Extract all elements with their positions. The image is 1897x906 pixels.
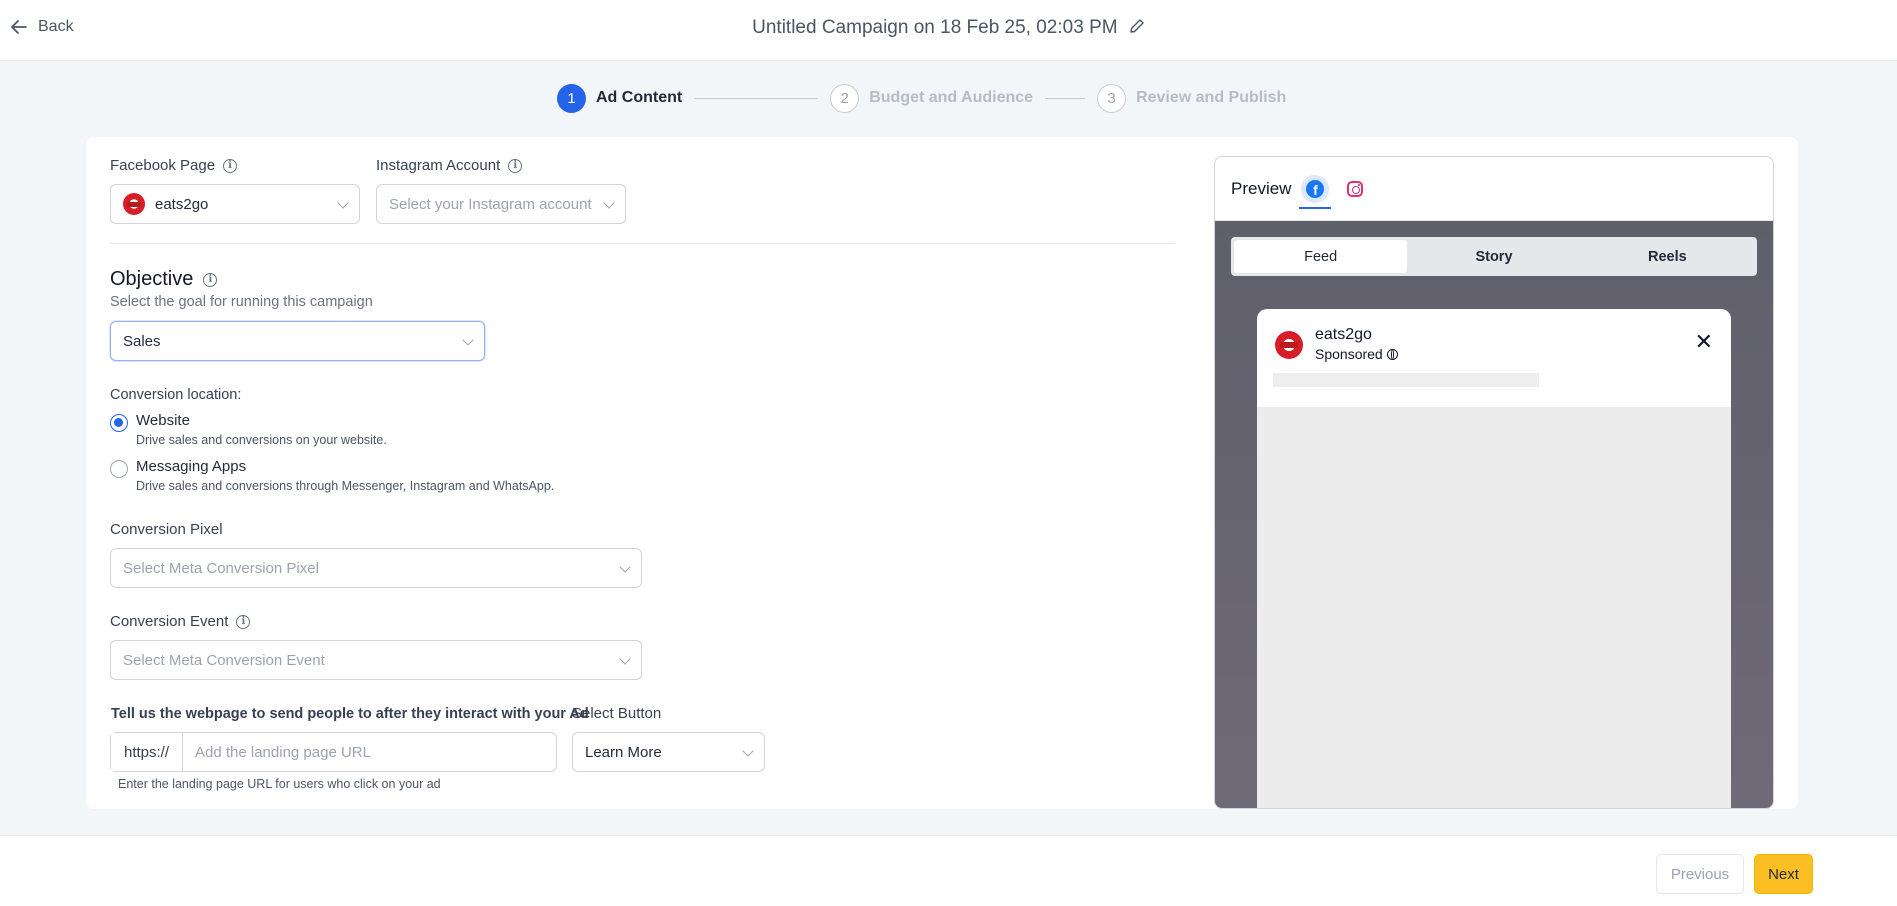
- info-icon[interactable]: i: [236, 614, 251, 629]
- tab-feed[interactable]: Feed: [1234, 240, 1408, 273]
- page-title: Untitled Campaign on 18 Feb 25, 02:03 PM: [0, 17, 1897, 39]
- radio-description: Drive sales and conversions on your webs…: [136, 433, 387, 447]
- ad-preview-card: eats2go Sponsored ✕: [1257, 309, 1731, 808]
- conversion-event-select[interactable]: Select Meta Conversion Event: [110, 640, 642, 680]
- page-avatar: [123, 193, 145, 215]
- landing-page-help: Enter the landing page URL for users who…: [118, 777, 441, 791]
- tab-story[interactable]: Story: [1407, 240, 1580, 273]
- landing-page-url-input[interactable]: [183, 733, 556, 771]
- facebook-page-value: eats2go: [155, 195, 209, 213]
- step-number: 1: [557, 83, 586, 113]
- step-connector: [694, 97, 819, 99]
- footer-bar: Previous Next: [0, 835, 1897, 906]
- preview-header: Preview f: [1215, 157, 1773, 221]
- next-button[interactable]: Next: [1754, 854, 1813, 894]
- conversion-event-label: Conversion Event i: [110, 613, 251, 630]
- chevron-down-icon: [619, 653, 631, 665]
- facebook-preview-toggle[interactable]: f: [1299, 169, 1332, 209]
- instagram-account-label-text: Instagram Account: [376, 157, 501, 174]
- facebook-page-label-text: Facebook Page: [110, 157, 216, 174]
- info-icon[interactable]: i: [508, 158, 523, 173]
- chevron-down-icon: [603, 197, 615, 209]
- radio-button[interactable]: [110, 460, 128, 478]
- url-prefix: https://: [111, 733, 183, 771]
- conversion-event-placeholder: Select Meta Conversion Event: [123, 651, 325, 669]
- ad-text-placeholder: [1273, 373, 1539, 387]
- step-review-publish[interactable]: 3 Review and Publish: [1097, 83, 1287, 113]
- radio-website[interactable]: Website Drive sales and conversions on y…: [110, 412, 387, 447]
- radio-messaging-apps[interactable]: Messaging Apps Drive sales and conversio…: [110, 458, 554, 493]
- step-label: Ad Content: [596, 89, 683, 106]
- radio-button[interactable]: [110, 414, 128, 432]
- stepper: 1 Ad Content 2 Budget and Audience 3 Rev…: [557, 83, 1286, 113]
- step-label: Review and Publish: [1136, 89, 1287, 106]
- page-avatar: [1275, 331, 1303, 359]
- radio-description: Drive sales and conversions through Mess…: [136, 479, 555, 493]
- step-connector: [1045, 97, 1086, 99]
- objective-title-text: Objective: [110, 268, 194, 290]
- preview-title: Preview: [1231, 178, 1292, 198]
- radio-title: Messaging Apps: [136, 458, 247, 475]
- cta-button-select[interactable]: Learn More: [572, 732, 765, 772]
- step-label: Budget and Audience: [869, 89, 1034, 106]
- info-icon[interactable]: i: [203, 272, 218, 287]
- facebook-page-label: Facebook Page i: [110, 157, 238, 174]
- globe-icon: [1386, 348, 1398, 360]
- chevron-down-icon: [337, 197, 349, 209]
- previous-button[interactable]: Previous: [1656, 854, 1744, 894]
- chevron-down-icon: [742, 745, 754, 757]
- top-bar: Back Untitled Campaign on 18 Feb 25, 02:…: [0, 0, 1897, 61]
- pencil-icon[interactable]: [1129, 18, 1145, 34]
- divider: [110, 243, 1175, 244]
- instagram-icon: [1347, 180, 1364, 197]
- conversion-location-label: Conversion location:: [110, 387, 242, 403]
- landing-page-label: Tell us the webpage to send people to af…: [111, 706, 589, 722]
- step-number: 3: [1097, 83, 1127, 113]
- objective-value: Sales: [123, 332, 161, 350]
- sponsored-label: Sponsored: [1315, 346, 1383, 362]
- instagram-account-select[interactable]: Select your Instagram account: [376, 184, 626, 224]
- ad-media-placeholder: [1257, 407, 1731, 808]
- landing-page-url-group: https://: [110, 732, 557, 772]
- conversion-pixel-placeholder: Select Meta Conversion Pixel: [123, 559, 319, 577]
- objective-select[interactable]: Sales: [110, 321, 485, 361]
- ad-page-name: eats2go: [1315, 326, 1372, 343]
- placement-tabs: Feed Story Reels: [1231, 237, 1757, 276]
- preview-panel: Preview f Feed Story Reels eats2go Spons…: [1214, 156, 1774, 809]
- cta-button-value: Learn More: [585, 743, 662, 761]
- step-budget-audience[interactable]: 2 Budget and Audience: [830, 83, 1034, 113]
- preview-body: Feed Story Reels eats2go Sponsored ✕: [1215, 221, 1773, 808]
- chevron-down-icon: [619, 561, 631, 573]
- close-icon[interactable]: ✕: [1695, 331, 1713, 353]
- instagram-account-placeholder: Select your Instagram account: [389, 195, 592, 213]
- conversion-pixel-label-text: Conversion Pixel: [110, 521, 223, 538]
- objective-title: Objective i: [110, 268, 218, 291]
- step-ad-content[interactable]: 1 Ad Content: [557, 83, 683, 113]
- facebook-icon: f: [1301, 174, 1330, 203]
- ad-sponsored: Sponsored: [1315, 346, 1398, 362]
- objective-subtitle: Select the goal for running this campaig…: [110, 294, 373, 310]
- facebook-page-select[interactable]: eats2go: [110, 184, 360, 224]
- chevron-down-icon: [462, 334, 474, 346]
- conversion-pixel-select[interactable]: Select Meta Conversion Pixel: [110, 548, 642, 588]
- tab-reels[interactable]: Reels: [1581, 240, 1754, 273]
- radio-title: Website: [136, 412, 190, 429]
- info-icon[interactable]: i: [223, 158, 238, 173]
- select-button-label: Select Button: [572, 705, 662, 722]
- conversion-event-label-text: Conversion Event: [110, 613, 229, 630]
- campaign-title: Untitled Campaign on 18 Feb 25, 02:03 PM: [752, 17, 1118, 38]
- conversion-pixel-label: Conversion Pixel: [110, 521, 223, 538]
- instagram-account-label: Instagram Account i: [376, 157, 523, 174]
- step-number: 2: [830, 83, 860, 113]
- instagram-preview-toggle[interactable]: [1339, 169, 1371, 209]
